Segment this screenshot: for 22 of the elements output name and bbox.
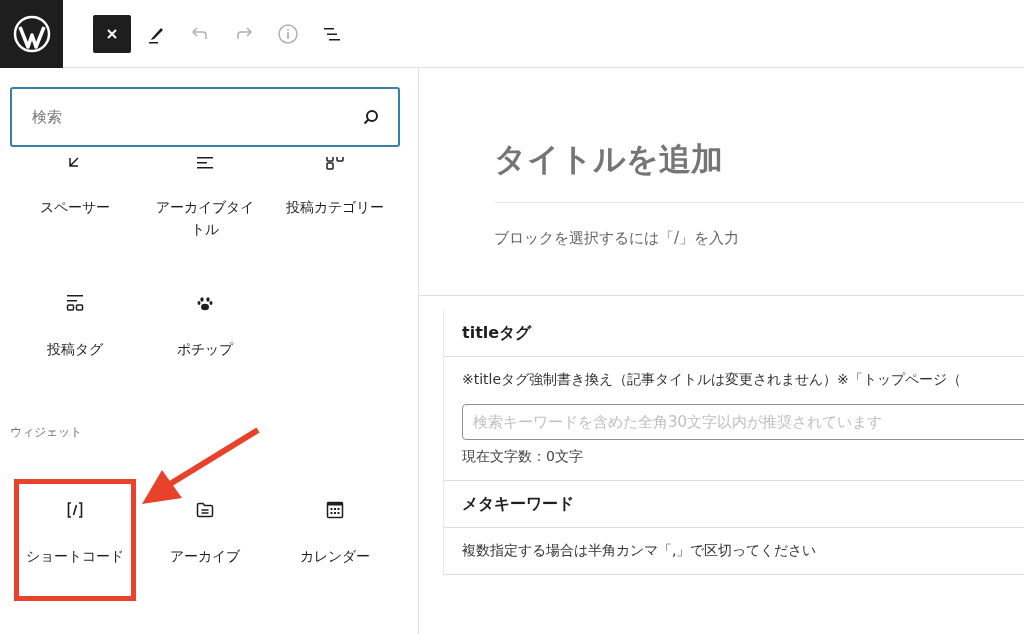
- close-icon: [106, 27, 118, 40]
- field-description: ※titleタグ強制書き換え（記事タイトルは変更されません）※「トップページ（: [462, 371, 962, 389]
- block-item[interactable]: 投稿カテゴリー: [274, 157, 396, 252]
- wordpress-logo[interactable]: [0, 0, 63, 68]
- close-button[interactable]: [93, 14, 131, 53]
- block-item[interactable]: アーカイブ: [144, 479, 266, 601]
- block-item[interactable]: ポチップ: [144, 272, 266, 394]
- field-description: 複数指定する場合は半角カンマ「,」で区切ってください: [462, 542, 818, 560]
- block-item[interactable]: 投稿タグ: [14, 272, 136, 394]
- category-heading: ウィジェット: [9, 424, 83, 441]
- block-item[interactable]: アーカイブタイトル: [144, 157, 266, 252]
- search-icon[interactable]: [362, 108, 380, 126]
- block-item[interactable]: カレンダー: [274, 479, 396, 601]
- character-counter: 現在文字数：0文字: [462, 448, 584, 466]
- input-field[interactable]: 検索キーワードを含めた全角30文字以内が推奨されています: [462, 404, 1024, 440]
- block-item[interactable]: ショートコード: [14, 479, 136, 601]
- block-hint[interactable]: ブロックを選択するには「/」を入力: [494, 229, 1024, 248]
- meta-box-heading[interactable]: titleタグ: [444, 311, 1024, 357]
- block-item[interactable]: スペーサー: [14, 157, 136, 252]
- search-field[interactable]: 検索: [10, 87, 400, 147]
- meta-box-heading[interactable]: メタキーワード: [444, 482, 1024, 528]
- title-field[interactable]: タイトルを追加: [494, 138, 1024, 203]
